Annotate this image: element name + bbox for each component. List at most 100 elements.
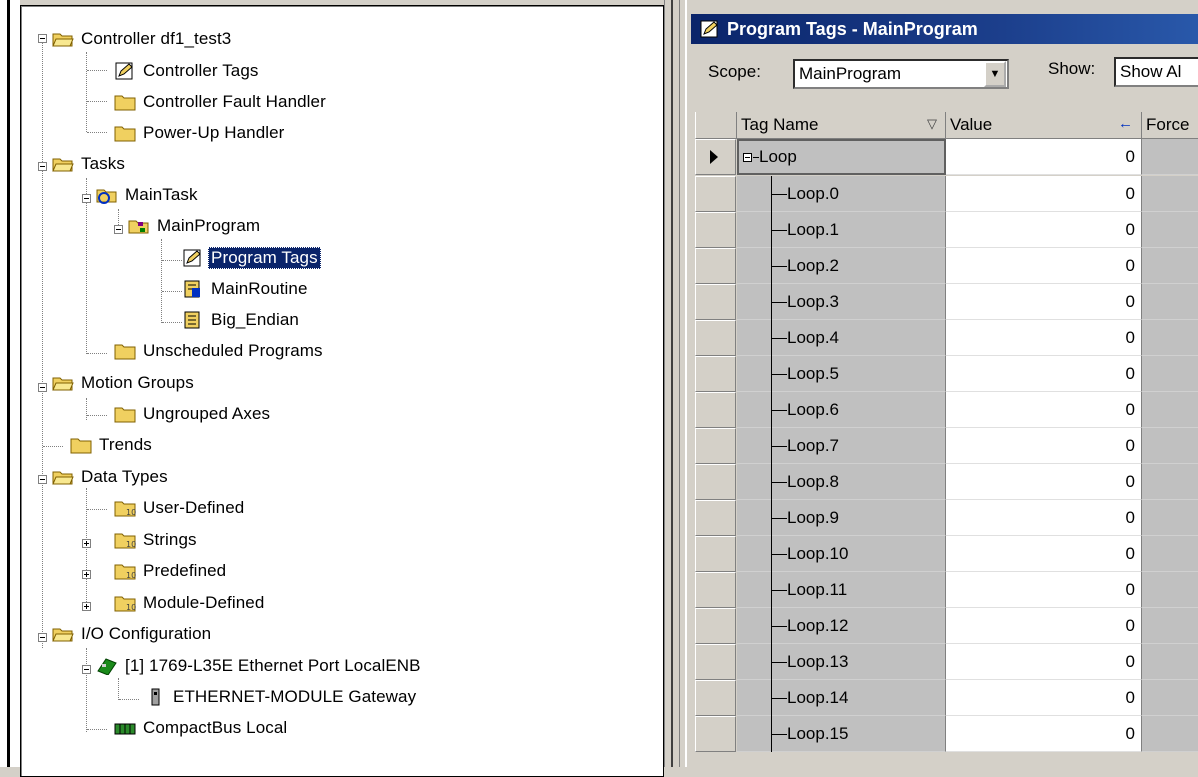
force-cell[interactable] — [1142, 716, 1198, 752]
row-selector[interactable] — [695, 392, 736, 428]
value-cell[interactable]: 0 — [946, 320, 1142, 356]
tree-item-trends[interactable]: Trends — [70, 430, 155, 460]
table-row[interactable]: Loop.8 0 — [695, 464, 1198, 500]
force-cell[interactable] — [1142, 680, 1198, 716]
tree-item-controller-fault-handler[interactable]: Controller Fault Handler — [114, 87, 329, 117]
chevron-down-icon[interactable]: ▼ — [984, 61, 1006, 87]
controller-organizer-tree[interactable]: Controller df1_test3 Controller Tags Con… — [20, 5, 664, 777]
tree-item-compactbus-local[interactable]: CompactBus Local — [114, 713, 290, 743]
force-cell[interactable] — [1142, 176, 1198, 212]
table-row[interactable]: Loop.11 0 — [695, 572, 1198, 608]
value-cell[interactable]: 0 — [946, 464, 1142, 500]
force-cell[interactable] — [1142, 572, 1198, 608]
row-selector[interactable] — [695, 176, 736, 212]
tree-item-predefined[interactable]: 101 Predefined — [114, 556, 229, 586]
tree-item-io-configuration[interactable]: I/O Configuration — [52, 619, 214, 649]
force-cell[interactable] — [1142, 356, 1198, 392]
expand-toggle-strings[interactable] — [82, 539, 91, 548]
collapse-toggle-data-types[interactable] — [38, 475, 47, 484]
table-row[interactable]: Loop.4 0 — [695, 320, 1198, 356]
value-cell[interactable]: 0 — [946, 536, 1142, 572]
value-cell[interactable]: 0 — [946, 644, 1142, 680]
tag-name-cell[interactable]: Loop.6 — [737, 392, 946, 428]
tag-name-cell[interactable]: Loop.9 — [737, 500, 946, 536]
row-selector[interactable] — [695, 212, 736, 248]
table-row[interactable]: Loop.13 0 — [695, 644, 1198, 680]
collapse-toggle-ethernet-port[interactable] — [82, 665, 91, 674]
value-cell[interactable]: 0 — [946, 428, 1142, 464]
collapse-toggle-loop[interactable] — [743, 153, 752, 162]
table-row[interactable]: Loop.2 0 — [695, 248, 1198, 284]
collapse-toggle-controller[interactable] — [38, 34, 47, 43]
tag-name-cell[interactable]: Loop.15 — [737, 716, 946, 752]
table-row[interactable]: Loop.1 0 — [695, 212, 1198, 248]
force-cell[interactable] — [1142, 536, 1198, 572]
tag-name-cell[interactable]: Loop.2 — [737, 248, 946, 284]
tree-item-ethernet-module-gateway[interactable]: ETHERNET-MODULE Gateway — [144, 682, 419, 712]
collapse-toggle-tasks[interactable] — [38, 162, 47, 171]
value-cell[interactable]: 0 — [946, 680, 1142, 716]
tree-item-program-tags[interactable]: Program Tags — [182, 243, 321, 273]
column-header-value[interactable]: Value ← — [946, 112, 1142, 139]
tag-name-cell[interactable]: Loop.11 — [737, 572, 946, 608]
value-cell[interactable]: 0 — [946, 356, 1142, 392]
force-cell[interactable] — [1142, 464, 1198, 500]
table-row[interactable]: Loop.14 0 — [695, 680, 1198, 716]
value-cell[interactable]: 0 — [946, 392, 1142, 428]
row-selector[interactable] — [695, 248, 736, 284]
force-cell[interactable] — [1142, 500, 1198, 536]
tree-item-mainroutine[interactable]: MainRoutine — [182, 274, 311, 304]
tree-item-ungrouped-axes[interactable]: Ungrouped Axes — [114, 399, 273, 429]
row-selector[interactable] — [695, 644, 736, 680]
force-cell[interactable] — [1142, 139, 1198, 175]
tag-name-cell[interactable]: Loop.5 — [737, 356, 946, 392]
row-selector[interactable] — [695, 356, 736, 392]
row-selector[interactable] — [695, 500, 736, 536]
tree-item-ethernet-port[interactable]: [1] 1769-L35E Ethernet Port LocalENB — [96, 651, 424, 681]
tree-item-data-types[interactable]: Data Types — [52, 462, 171, 492]
expand-toggle-module-defined[interactable] — [82, 602, 91, 611]
force-cell[interactable] — [1142, 392, 1198, 428]
value-cell[interactable]: 0 — [946, 716, 1142, 752]
collapse-toggle-motion-groups[interactable] — [38, 383, 47, 392]
tree-item-unscheduled-programs[interactable]: Unscheduled Programs — [114, 336, 326, 366]
row-selector[interactable] — [695, 320, 736, 356]
tree-item-maintask[interactable]: MainTask — [96, 180, 201, 210]
window-titlebar[interactable]: Program Tags - MainProgram — [691, 14, 1198, 44]
row-selector[interactable] — [695, 536, 736, 572]
table-row[interactable]: Loop.15 0 — [695, 716, 1198, 752]
tree-item-tasks[interactable]: Tasks — [52, 149, 128, 179]
tree-item-controller[interactable]: Controller df1_test3 — [52, 24, 234, 54]
table-row[interactable]: Loop.0 0 — [695, 176, 1198, 212]
tree-item-big-endian[interactable]: Big_Endian — [182, 305, 302, 335]
column-header-tag-name[interactable]: Tag Name ▽ — [737, 112, 946, 139]
tag-name-cell[interactable]: Loop.4 — [737, 320, 946, 356]
tag-name-cell[interactable]: Loop.8 — [737, 464, 946, 500]
table-row[interactable]: Loop.6 0 — [695, 392, 1198, 428]
tag-name-cell[interactable]: Loop.10 — [737, 536, 946, 572]
force-cell[interactable] — [1142, 248, 1198, 284]
tree-item-strings[interactable]: 101 Strings — [114, 525, 200, 555]
pane-splitter[interactable] — [664, 0, 680, 767]
show-dropdown[interactable]: Show Al — [1114, 57, 1198, 87]
force-cell[interactable] — [1142, 284, 1198, 320]
table-row[interactable]: Loop.3 0 — [695, 284, 1198, 320]
tag-name-cell[interactable]: Loop.12 — [737, 608, 946, 644]
table-row[interactable]: Loop.12 0 — [695, 608, 1198, 644]
column-header-force[interactable]: Force — [1142, 112, 1198, 139]
force-cell[interactable] — [1142, 320, 1198, 356]
value-cell[interactable]: 0 — [946, 139, 1142, 175]
row-selector[interactable] — [695, 572, 736, 608]
force-cell[interactable] — [1142, 644, 1198, 680]
force-cell[interactable] — [1142, 428, 1198, 464]
tree-item-motion-groups[interactable]: Motion Groups — [52, 368, 197, 398]
collapse-toggle-mainprogram[interactable] — [114, 225, 123, 234]
value-cell[interactable]: 0 — [946, 212, 1142, 248]
collapse-toggle-maintask[interactable] — [82, 194, 91, 203]
tag-name-cell[interactable]: Loop.1 — [737, 212, 946, 248]
tag-name-cell[interactable]: Loop.14 — [737, 680, 946, 716]
row-selector[interactable] — [695, 680, 736, 716]
row-selector[interactable] — [695, 284, 736, 320]
row-selector[interactable] — [695, 716, 736, 752]
value-cell[interactable]: 0 — [946, 176, 1142, 212]
